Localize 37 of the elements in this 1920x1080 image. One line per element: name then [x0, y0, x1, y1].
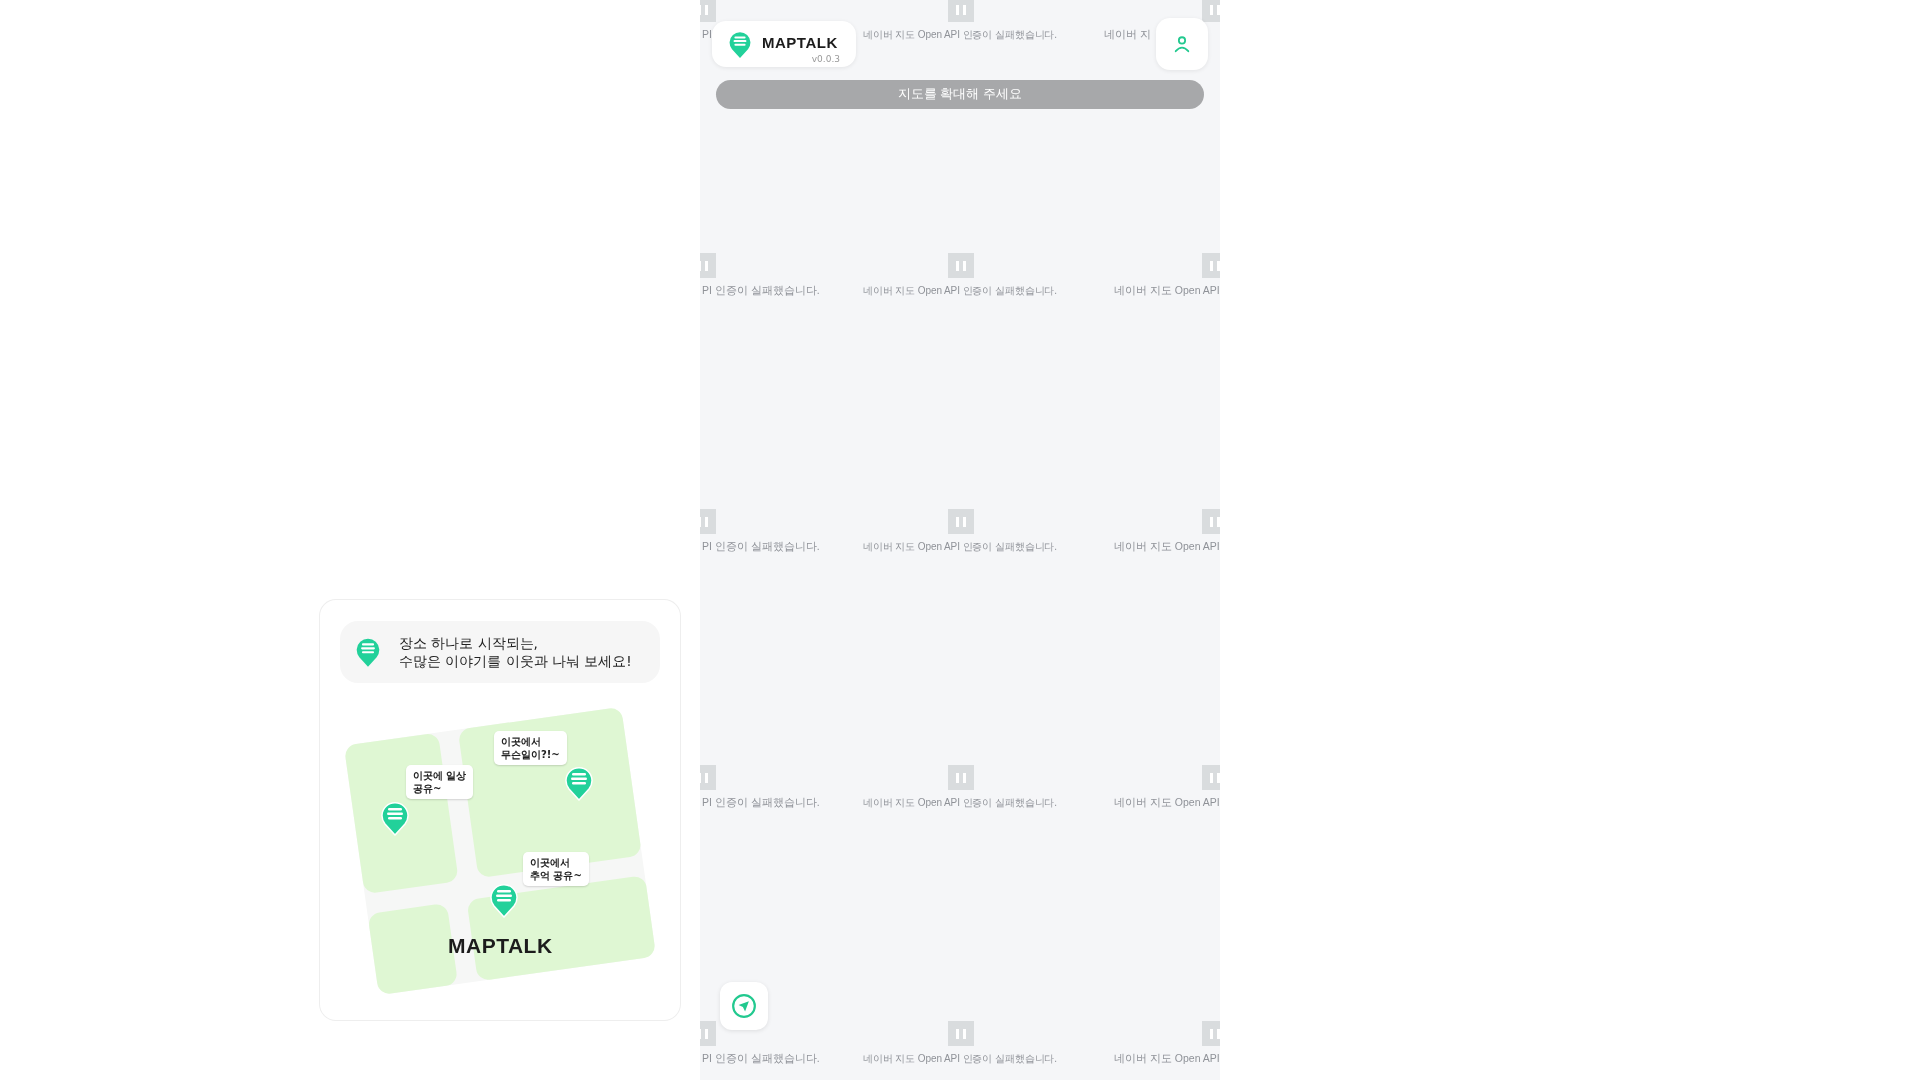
logo-icon: [948, 1021, 974, 1046]
logo-icon: [948, 509, 974, 534]
map-error-text: 네이버 지도 Open API 인증이 실패했습니다.: [863, 1052, 1057, 1066]
version-label: v0.0.3: [811, 54, 840, 64]
zoom-notice: 지도를 확대해 주세요: [716, 80, 1204, 109]
logo-icon: [948, 253, 974, 278]
map-pin-icon: [355, 636, 381, 668]
speech-bubble: 이곳에서 무슨일이?!~: [494, 731, 567, 765]
map-error-text: 네이버 지: [1104, 28, 1151, 42]
speech-bubble: 이곳에서 추억 공유~: [523, 852, 589, 886]
map-pin-icon: [564, 765, 594, 801]
map-pin-icon: [728, 29, 752, 59]
intro-text: 장소 하나로 시작되는, 수많은 이야기를 이웃과 나눠 보세요!: [399, 634, 632, 670]
map-error-text: PI 인증이 실패했습니다.: [702, 796, 820, 810]
map-error-text: 네이버 지도 Open API 인증이 실패했습니다.: [863, 28, 1057, 42]
map-error-text: 네이버 지도 Open API 인증이 실패했습니다.: [863, 796, 1057, 810]
logo-card[interactable]: MAPTALK v0.0.3: [712, 21, 856, 67]
speech-bubble: 이곳에 일상 공유~: [406, 765, 474, 799]
map-error-text: 네이버 지도 Open API: [1114, 540, 1220, 554]
map-error-text: PI 인증이 실패했습니다.: [702, 540, 820, 554]
navigation-icon: [731, 993, 757, 1019]
map-error-text: PI 인증이 실패했습니다.: [702, 284, 820, 298]
wordmark: MAPTALK: [448, 934, 553, 958]
map-error-text: 네이버 지도 Open API 인증이 실패했습니다.: [863, 284, 1057, 298]
app-name: MAPTALK: [762, 33, 838, 51]
map-error-text: 네이버 지도 Open API: [1114, 796, 1220, 810]
locate-button[interactable]: [720, 982, 768, 1030]
map-error-text: 네이버 지도 Open API: [1114, 1052, 1220, 1066]
map-error-text: PI 인증이 실패했습니다.: [702, 1052, 820, 1066]
map-pin-icon: [380, 800, 410, 836]
map-pin-icon: [489, 882, 519, 918]
logo-icon: [948, 765, 974, 790]
person-icon: [1173, 35, 1191, 53]
map-error-text: 네이버 지도 Open API: [1114, 284, 1220, 298]
profile-button[interactable]: [1156, 18, 1208, 70]
map-error-text: PI: [702, 28, 712, 40]
map-error-text: 네이버 지도 Open API 인증이 실패했습니다.: [863, 540, 1057, 554]
